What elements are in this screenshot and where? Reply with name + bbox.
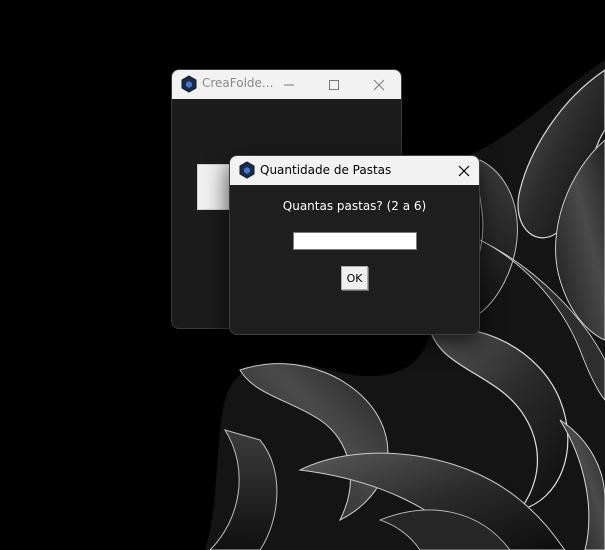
dialog-title: Quantidade de Pastas (260, 163, 392, 177)
minimize-icon (284, 84, 294, 85)
maximize-icon (329, 79, 339, 90)
folder-count-input[interactable] (293, 232, 417, 250)
maximize-button[interactable] (312, 70, 356, 99)
hexagon-app-icon (239, 161, 255, 179)
hexagon-app-icon (181, 75, 197, 93)
main-window-titlebar[interactable]: CreaFolde... (172, 70, 401, 99)
dialog-prompt-label: Quantas pastas? (2 a 6) (282, 199, 427, 213)
main-window-title: CreaFolde... (202, 76, 274, 90)
close-icon (458, 165, 470, 176)
close-icon (373, 79, 385, 90)
quantity-dialog: Quantidade de Pastas Quantas pastas? (2 … (229, 155, 480, 335)
dialog-titlebar[interactable]: Quantidade de Pastas (230, 156, 479, 185)
desktop: CreaFolde... Quantidade de Pastas Quanta… (0, 0, 605, 550)
dialog-close-button[interactable] (449, 156, 479, 185)
close-button[interactable] (357, 70, 401, 99)
ok-button[interactable]: OK (341, 266, 368, 290)
minimize-button[interactable] (267, 70, 311, 99)
